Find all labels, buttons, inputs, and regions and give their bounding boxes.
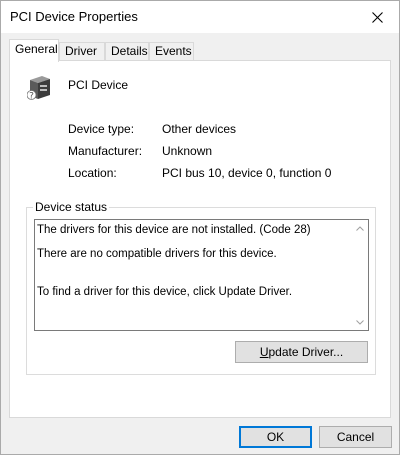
scroll-up-button[interactable] bbox=[354, 222, 366, 234]
device-status-textbox[interactable]: The drivers for this device are not inst… bbox=[34, 219, 369, 331]
ok-label: OK bbox=[266, 430, 285, 444]
status-line-instructions: To find a driver for this device, click … bbox=[37, 286, 293, 298]
tab-events[interactable]: Events bbox=[149, 42, 194, 61]
tab-details[interactable]: Details bbox=[105, 42, 149, 61]
cancel-button[interactable]: Cancel bbox=[319, 426, 392, 448]
device-name: PCI Device bbox=[68, 78, 129, 92]
update-driver-label: pdate Driver... bbox=[268, 345, 344, 359]
tab-general[interactable]: General bbox=[9, 39, 59, 62]
status-line-compatible: There are no compatible drivers for this… bbox=[37, 248, 277, 260]
chevron-down-icon bbox=[356, 319, 364, 325]
close-icon bbox=[371, 11, 383, 23]
manufacturer-label: Manufacturer: bbox=[68, 144, 143, 158]
general-tab-panel: ? PCI Device Device type: Other devices … bbox=[9, 60, 391, 418]
location-value: PCI bus 10, device 0, function 0 bbox=[162, 166, 332, 180]
close-button[interactable] bbox=[355, 1, 399, 33]
device-type-label: Device type: bbox=[68, 122, 135, 136]
status-line-code: The drivers for this device are not inst… bbox=[37, 224, 311, 236]
properties-dialog: PCI Device Properties General Driver Det… bbox=[0, 0, 400, 455]
manufacturer-value: Unknown bbox=[162, 144, 213, 158]
chevron-up-icon bbox=[356, 225, 364, 231]
cancel-label: Cancel bbox=[336, 430, 375, 444]
location-label: Location: bbox=[68, 166, 117, 180]
scroll-down-button[interactable] bbox=[354, 316, 366, 328]
device-status-label: Device status bbox=[33, 200, 110, 214]
window-title: PCI Device Properties bbox=[10, 9, 138, 24]
tab-driver-label: Driver bbox=[65, 44, 97, 58]
tab-general-label: General bbox=[15, 42, 58, 56]
svg-text:?: ? bbox=[29, 92, 34, 102]
tab-details-label: Details bbox=[111, 44, 148, 58]
pci-device-icon: ? bbox=[27, 76, 50, 102]
ok-button[interactable]: OK bbox=[239, 426, 312, 448]
device-type-value: Other devices bbox=[162, 122, 237, 136]
title-bar: PCI Device Properties bbox=[1, 1, 399, 33]
tab-driver[interactable]: Driver bbox=[59, 42, 105, 61]
update-driver-button[interactable]: Update Driver... bbox=[235, 341, 368, 363]
tab-events-label: Events bbox=[155, 44, 192, 58]
